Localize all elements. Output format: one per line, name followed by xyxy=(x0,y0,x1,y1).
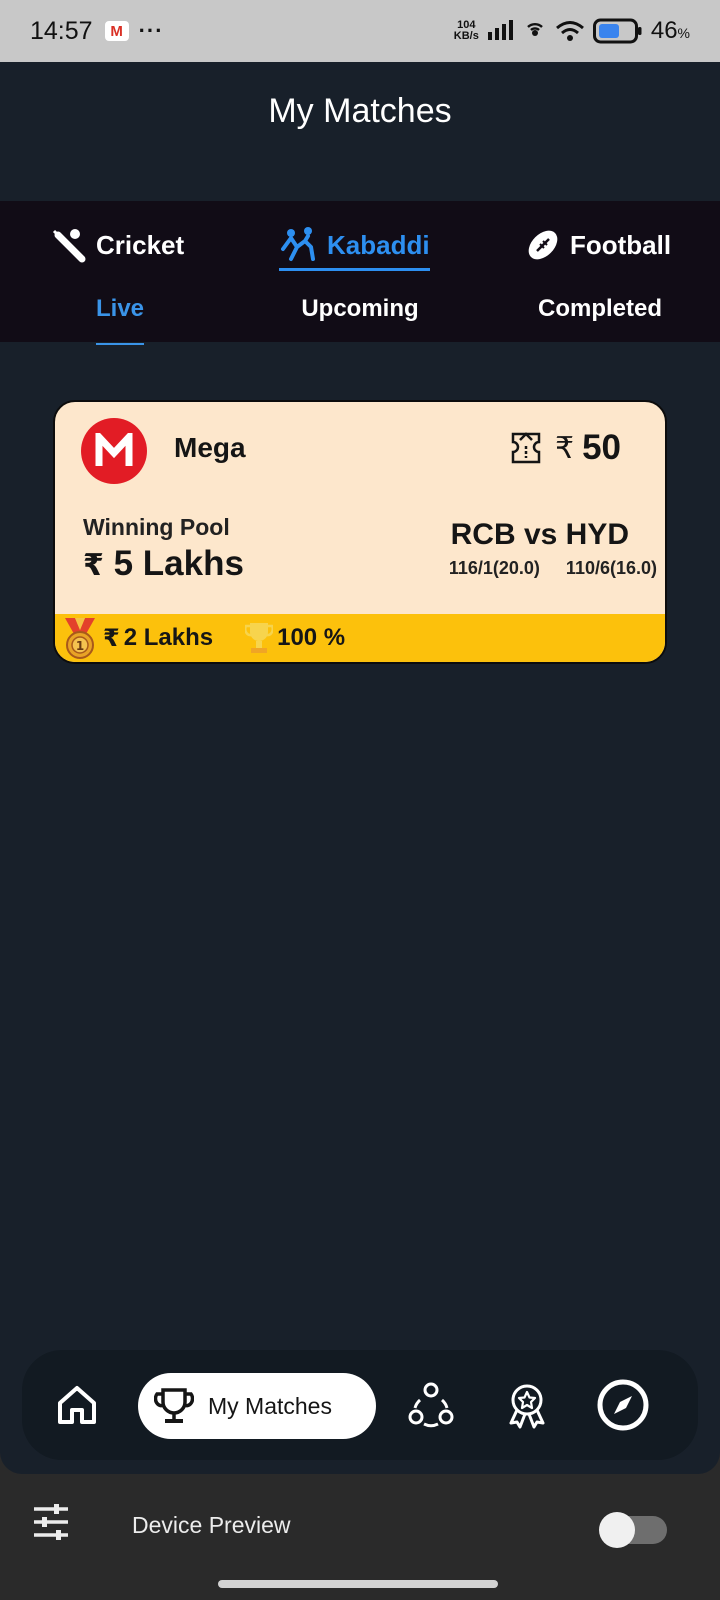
status-right-group: 104 KB/s 46% xyxy=(454,17,690,45)
app-screen: My Matches Cricket Kabaddi Football Live… xyxy=(0,62,720,1474)
tab-label: Kabaddi xyxy=(327,229,430,260)
tab-kabaddi[interactable]: Kabaddi xyxy=(279,223,430,271)
tab-upcoming[interactable]: Upcoming xyxy=(240,295,480,323)
signal-icon xyxy=(487,20,513,40)
tab-label: Cricket xyxy=(96,229,185,260)
contest-card[interactable]: Mega ₹ 50 Winning Pool ₹ 5 Lakhs RCB vs … xyxy=(53,400,667,664)
compass-icon xyxy=(597,1379,649,1431)
first-prize: 1 ₹ 2 Lakhs xyxy=(61,616,213,660)
svg-text:1: 1 xyxy=(76,639,84,653)
bottom-navigation: My Matches xyxy=(22,1350,698,1460)
mega-m-glyph xyxy=(95,433,133,466)
nav-explore[interactable] xyxy=(596,1378,650,1432)
settings-sliders-icon[interactable] xyxy=(32,1504,70,1540)
device-preview-toggle[interactable] xyxy=(599,1512,667,1548)
hotspot-icon xyxy=(527,22,543,36)
contest-card-footer: 1 ₹ 2 Lakhs 100 % xyxy=(55,614,665,662)
tab-football[interactable]: Football xyxy=(524,223,671,267)
nav-home[interactable] xyxy=(50,1378,104,1432)
status-bar: 14:57 M ··· 104 KB/s 46% xyxy=(0,0,720,62)
battery-percentage: 46% xyxy=(650,17,690,44)
device-preview-label: Device Preview xyxy=(132,1512,291,1538)
tab-cricket[interactable]: Cricket xyxy=(48,223,184,267)
kabaddi-players-icon xyxy=(281,227,315,261)
cricket-bat-icon xyxy=(52,229,86,263)
trophy-icon xyxy=(154,1388,194,1423)
match-scores: 116/1(20.0) 110/6(16.0) xyxy=(449,558,657,579)
award-ribbon-icon xyxy=(509,1384,545,1429)
network-speed: 104 KB/s xyxy=(453,19,479,42)
gmail-notification-icon: M xyxy=(104,21,129,41)
american-football-icon xyxy=(528,230,558,260)
mega-logo xyxy=(81,418,147,484)
entry-fee: ₹ 50 xyxy=(505,428,621,468)
nav-my-matches[interactable]: My Matches xyxy=(138,1373,376,1439)
nav-label: My Matches xyxy=(208,1392,332,1419)
tab-completed[interactable]: Completed xyxy=(480,295,720,323)
contest-name: Mega xyxy=(174,432,246,463)
team1-score: 116/1(20.0) xyxy=(448,558,540,578)
wifi-icon xyxy=(555,21,584,41)
entry-currency: ₹ xyxy=(554,431,575,465)
win-percentage: 100 % xyxy=(245,620,345,656)
page-title: My Matches xyxy=(268,92,452,130)
trophy-icon xyxy=(245,623,274,653)
nav-community[interactable] xyxy=(404,1378,458,1432)
medal-icon: 1 xyxy=(65,618,95,659)
team2-score: 110/6(16.0) xyxy=(565,558,657,578)
winning-pool-label: Winning Pool xyxy=(83,514,230,540)
home-icon xyxy=(58,1386,96,1424)
match-teams: RCB vs HYD xyxy=(450,518,629,551)
toggle-knob xyxy=(599,1512,635,1548)
ticket-icon xyxy=(511,432,541,464)
more-notifications-indicator: ··· xyxy=(138,18,164,43)
device-preview-bar: Device Preview xyxy=(0,1474,720,1600)
home-indicator[interactable] xyxy=(218,1580,498,1588)
winning-pool-value: ₹ 5 Lakhs xyxy=(83,544,244,583)
tab-live[interactable]: Live xyxy=(0,295,240,345)
tab-label: Football xyxy=(570,229,672,260)
community-icon xyxy=(408,1382,454,1428)
tabs-area: Cricket Kabaddi Football Live Upcoming C… xyxy=(0,201,720,345)
entry-fee-value: 50 xyxy=(582,428,621,467)
status-time: 14:57 xyxy=(30,16,93,45)
nav-rewards[interactable] xyxy=(500,1378,554,1432)
battery-icon xyxy=(592,18,642,44)
